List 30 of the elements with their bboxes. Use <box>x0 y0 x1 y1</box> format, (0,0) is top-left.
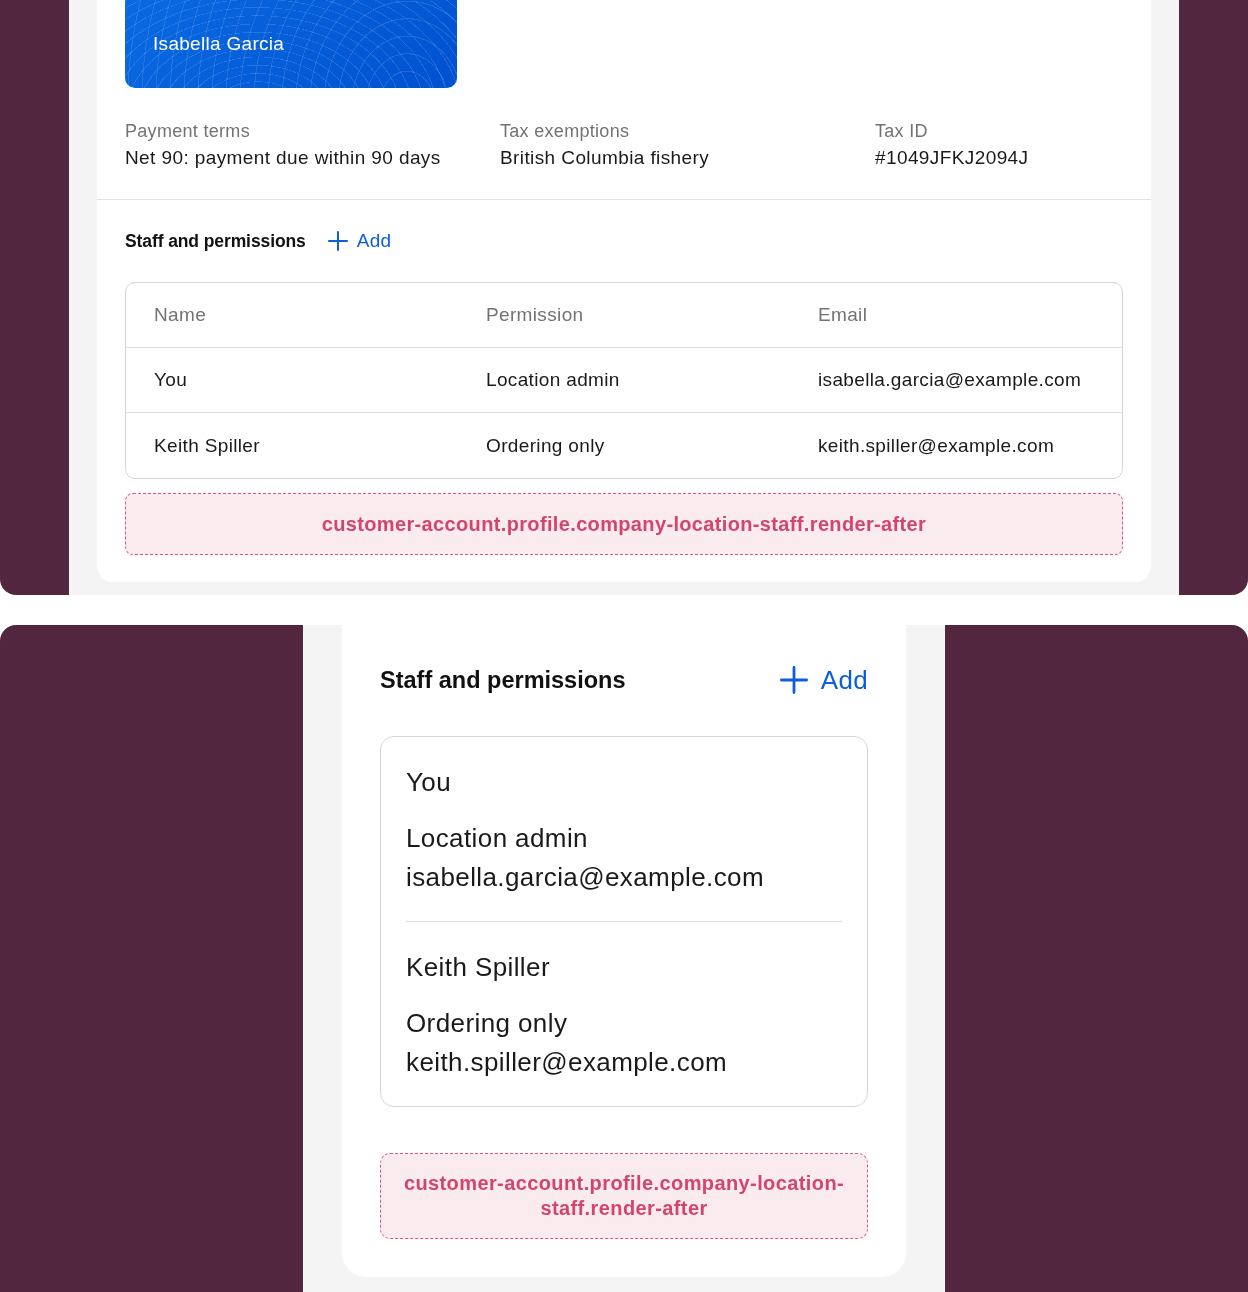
staff-permission: Location admin <box>486 368 620 392</box>
staff-name: You <box>154 368 188 392</box>
staff-name: Keith Spiller <box>154 433 260 458</box>
detail-label: Tax ID <box>875 120 928 143</box>
staff-email: isabella.garcia@example.com <box>818 368 1082 392</box>
section-heading: Staff and permissions <box>125 230 306 253</box>
staff-permission: Ordering only <box>486 433 605 458</box>
staff-email: isabella.garcia@example.com <box>406 861 765 894</box>
staff-permission: Ordering only <box>406 1007 568 1040</box>
detail-value: #1049JFKJ2094J <box>875 146 1029 170</box>
plus-icon <box>327 231 348 251</box>
detail-label: Payment terms <box>125 120 250 143</box>
add-button[interactable]: Add <box>327 229 392 253</box>
extension-slot: customer-account.profile.company-location-staff.render-after <box>380 1153 868 1239</box>
section-heading: Staff and permissions <box>380 666 626 695</box>
column-heading: Permission <box>486 303 584 327</box>
cardholder-name: Isabella Garcia <box>153 32 285 56</box>
detail-label: Tax exemptions <box>500 120 630 143</box>
add-button[interactable]: Add <box>779 664 868 696</box>
staff-name: Keith Spiller <box>406 951 550 984</box>
column-heading: Email <box>818 303 868 327</box>
extension-slot: customer-account.profile.company-location-staff.render-after <box>125 493 1123 555</box>
detail-value: British Columbia fishery <box>500 146 710 170</box>
staff-email: keith.spiller@example.com <box>406 1046 728 1079</box>
staff-name: You <box>406 766 452 799</box>
staff-email: keith.spiller@example.com <box>818 433 1055 458</box>
detail-value: Net 90: payment due within 90 days <box>125 146 441 170</box>
column-heading: Name <box>154 303 207 327</box>
plus-icon <box>779 666 808 694</box>
staff-permission: Location admin <box>406 822 588 855</box>
